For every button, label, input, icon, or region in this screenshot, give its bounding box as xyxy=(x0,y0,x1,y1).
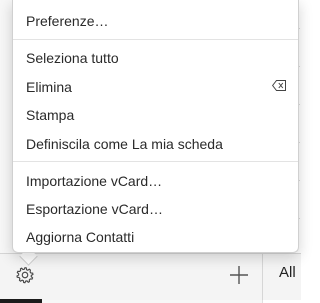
add-contact-button[interactable] xyxy=(224,260,254,290)
menu-item-print[interactable]: Stampa xyxy=(13,102,298,127)
menu-item-label: Esportazione vCard… xyxy=(26,200,163,217)
menu-item-label: Elimina xyxy=(26,78,72,95)
backspace-icon xyxy=(272,80,286,91)
menu-item-label: Importazione vCard… xyxy=(26,172,163,189)
menu-item-export-vcard[interactable]: Esportazione vCard… xyxy=(13,196,298,221)
menu-item-label: Preferenze… xyxy=(26,12,109,29)
menu-item-label: Stampa xyxy=(26,106,75,123)
menu-item-label: Definiscila come La mia scheda xyxy=(26,135,223,152)
menu-separator xyxy=(13,39,298,40)
menu-item-refresh-contacts[interactable]: Aggiorna Contatti xyxy=(13,224,298,249)
menu-item-import-vcard[interactable]: Importazione vCard… xyxy=(13,168,298,193)
menu-item-label: Seleziona tutto xyxy=(26,49,119,66)
menu-item-label: Aggiorna Contatti xyxy=(26,228,135,245)
settings-button[interactable] xyxy=(10,260,40,290)
menu-item-set-my-card[interactable]: Definiscila come La mia scheda xyxy=(13,131,298,156)
all-contacts-label[interactable]: All xyxy=(279,264,296,281)
menu-item-preferences[interactable]: Preferenze… xyxy=(13,8,298,33)
settings-menu: Preferenze… Seleziona tutto Elimina Stam… xyxy=(12,0,299,253)
menu-separator xyxy=(13,161,298,162)
plus-icon xyxy=(230,266,248,284)
gear-icon xyxy=(16,267,34,284)
window-edge xyxy=(0,299,42,303)
menu-item-select-all[interactable]: Seleziona tutto xyxy=(13,45,298,70)
menu-item-delete[interactable]: Elimina xyxy=(13,74,298,99)
